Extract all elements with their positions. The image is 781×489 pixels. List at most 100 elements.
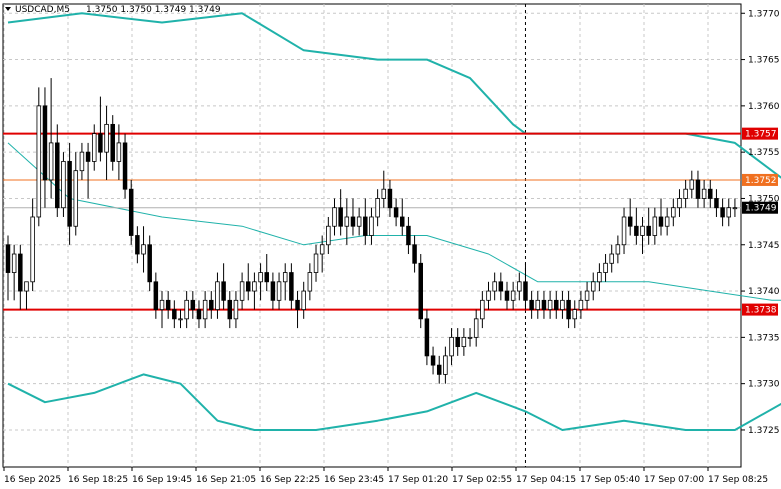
candle bbox=[61, 152, 66, 217]
x-tick-label: 16 Sep 2025 bbox=[4, 475, 61, 485]
candle-body-bull bbox=[332, 207, 337, 227]
candle-body-bear bbox=[122, 142, 128, 190]
candle-body-bear bbox=[424, 318, 430, 357]
candle-body-bull bbox=[590, 281, 596, 292]
candle-body-bull bbox=[61, 161, 66, 209]
candle-body-bull bbox=[510, 290, 516, 301]
candle-body-bear bbox=[566, 299, 571, 320]
candle-body-bull bbox=[326, 225, 331, 246]
candle-body-bull bbox=[30, 216, 35, 283]
candle-body-bear bbox=[98, 133, 103, 153]
candle-body-bull bbox=[560, 299, 565, 310]
candle-body-bear bbox=[85, 151, 91, 162]
candle-body-bear bbox=[42, 105, 48, 181]
resistance-level-label: 1.3757 bbox=[745, 130, 777, 140]
candle-body-bull bbox=[313, 253, 319, 273]
candle-body-bull bbox=[486, 290, 491, 301]
candle-body-bear bbox=[714, 198, 719, 209]
candle-body-bull bbox=[480, 299, 485, 320]
y-tick-label: 1.3745 bbox=[748, 241, 780, 251]
candle-body-bear bbox=[523, 281, 528, 301]
candle-body-bear bbox=[634, 225, 639, 236]
y-tick-label: 1.3740 bbox=[748, 287, 780, 297]
candle-body-bull bbox=[319, 244, 325, 255]
candle bbox=[122, 133, 128, 199]
candle-body-bull bbox=[11, 253, 17, 273]
candle-body-bear bbox=[627, 216, 633, 227]
candle-body-bull bbox=[282, 272, 288, 283]
candle-body-bear bbox=[289, 272, 294, 301]
candle-body-bear bbox=[393, 207, 399, 218]
symbol-label: USDCAD,M5 bbox=[15, 5, 70, 15]
candle-body-bull bbox=[726, 207, 732, 218]
candle-body-bear bbox=[412, 244, 417, 264]
candle-body-bear bbox=[554, 299, 559, 310]
candle-body-bull bbox=[578, 299, 584, 310]
candle-body-bear bbox=[153, 281, 159, 310]
candle-body-bull bbox=[547, 299, 553, 310]
candle-body-bull bbox=[79, 151, 85, 172]
candle-body-bull bbox=[473, 318, 479, 338]
candle-body-bear bbox=[541, 299, 547, 310]
candle-body-bear bbox=[264, 272, 269, 283]
candle-body-bull bbox=[258, 272, 263, 283]
price-chart[interactable]: 1.3757 1.3752 1.3738 1.3749 1.3770 1.3765 1.3… bbox=[0, 0, 781, 489]
candle-body-bear bbox=[270, 281, 276, 301]
candle bbox=[418, 254, 423, 329]
candle-body-bull bbox=[381, 188, 387, 199]
x-tick-label: 17 Sep 04:15 bbox=[516, 475, 576, 485]
candle-body-bull bbox=[732, 207, 738, 210]
candle-body-bull bbox=[652, 216, 658, 236]
candle-body-bear bbox=[227, 299, 233, 320]
candle-body-bear bbox=[196, 309, 202, 320]
candle-body-bear bbox=[165, 299, 171, 310]
candle-body-bull bbox=[159, 299, 165, 310]
candle bbox=[128, 179, 134, 245]
candle-body-bull bbox=[615, 244, 621, 255]
candle-body-bull bbox=[671, 207, 676, 218]
candle-body-bear bbox=[246, 281, 251, 292]
ohlc-readout: 1.3750 1.3750 1.3749 1.3749 bbox=[86, 5, 221, 15]
candle-body-bear bbox=[190, 299, 196, 310]
candle-body-bull bbox=[443, 355, 448, 375]
candle-body-bear bbox=[498, 281, 504, 292]
candle-body-bull bbox=[91, 133, 97, 162]
y-tick-label: 1.3765 bbox=[748, 56, 780, 66]
candle-body-bear bbox=[363, 216, 368, 236]
candle-body-bear bbox=[436, 364, 442, 375]
candle-body-bear bbox=[147, 244, 152, 283]
candle-body-bull bbox=[141, 244, 146, 255]
x-tick-label: 17 Sep 07:00 bbox=[644, 475, 704, 485]
candle-body-bear bbox=[708, 188, 713, 199]
candle-body-bull bbox=[492, 281, 497, 292]
support-level-label: 1.3738 bbox=[745, 306, 777, 316]
y-tick-label: 1.3735 bbox=[748, 333, 780, 343]
candle-body-bear bbox=[350, 216, 356, 227]
y-tick-label: 1.3755 bbox=[748, 148, 780, 158]
candle-body-bull bbox=[584, 290, 590, 301]
candle-body-bull bbox=[36, 105, 42, 218]
candle-body-bear bbox=[529, 299, 534, 310]
candle-body-bull bbox=[301, 290, 306, 310]
candle-body-bull bbox=[24, 281, 29, 292]
candle-body-bear bbox=[172, 309, 177, 320]
candle-body-bear bbox=[55, 142, 60, 209]
y-tick-label: 1.3730 bbox=[748, 380, 780, 390]
x-tick-label: 17 Sep 02:55 bbox=[452, 475, 512, 485]
candle-body-bull bbox=[73, 170, 79, 227]
candle-body-bull bbox=[535, 299, 541, 310]
candle-body-bull bbox=[572, 309, 577, 320]
y-tick-label: 1.3760 bbox=[748, 102, 780, 112]
x-tick-label: 16 Sep 18:25 bbox=[68, 475, 128, 485]
x-tick-label: 16 Sep 23:45 bbox=[324, 475, 384, 485]
x-tick-label: 17 Sep 08:25 bbox=[708, 475, 768, 485]
candle-body-bull bbox=[517, 281, 522, 292]
candle-body-bull bbox=[664, 216, 670, 227]
candle-body-bull bbox=[215, 281, 220, 310]
candle-body-bull bbox=[689, 179, 695, 190]
y-tick-label: 1.3725 bbox=[748, 426, 780, 436]
candle-body-bull bbox=[202, 299, 208, 320]
candle-body-bear bbox=[658, 216, 664, 227]
candle-body-bear bbox=[295, 299, 300, 310]
candle-body-bear bbox=[338, 207, 343, 227]
